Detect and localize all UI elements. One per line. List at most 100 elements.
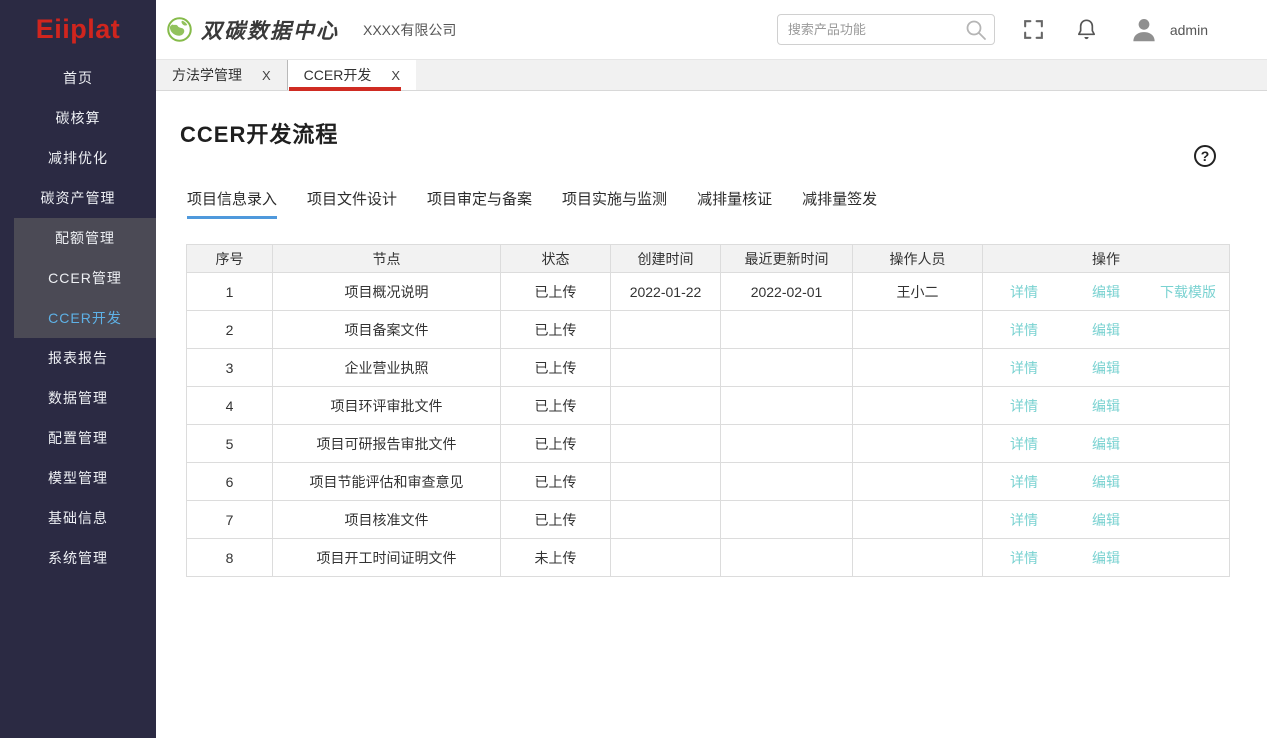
action-edit[interactable]: 编辑 [1065,510,1147,530]
action-detail[interactable]: 详情 [983,510,1065,530]
action-edit[interactable]: 编辑 [1065,396,1147,416]
sidebar-item-2[interactable]: 减排优化 [0,138,156,178]
cell-operator [853,311,983,349]
username-label: admin [1170,22,1208,38]
cell-operator: 王小二 [853,273,983,311]
table-row: 8项目开工时间证明文件未上传详情编辑 [187,539,1230,577]
help-icon[interactable]: ? [1194,145,1216,167]
sidebar-item-1[interactable]: 碳核算 [0,98,156,138]
column-header: 序号 [187,245,273,273]
cell-node: 企业营业执照 [273,349,501,387]
cell-node: 项目核准文件 [273,501,501,539]
column-header: 节点 [273,245,501,273]
cell-index: 6 [187,463,273,501]
cell-status: 已上传 [501,463,611,501]
column-header: 操作 [983,245,1230,273]
tab-close-icon[interactable]: X [262,68,271,83]
sidebar: Eiiplat 首页碳核算减排优化碳资产管理配额管理CCER管理CCER开发报表… [0,0,156,738]
action-detail[interactable]: 详情 [983,434,1065,454]
action-detail[interactable]: 详情 [983,282,1065,302]
subtab-1[interactable]: 项目文件设计 [307,188,397,219]
action-edit[interactable]: 编辑 [1065,434,1147,454]
cell-actions: 详情编辑 [983,387,1230,425]
action-edit[interactable]: 编辑 [1065,320,1147,340]
search-box [777,14,995,45]
main-area: 双碳数据中心 XXXX有限公司 admin [156,0,1267,738]
sidebar-item-11[interactable]: 基础信息 [0,498,156,538]
sidebar-item-3[interactable]: 碳资产管理 [0,178,156,218]
action-edit[interactable]: 编辑 [1065,548,1147,568]
window-tab-label: 方法学管理 [172,65,242,85]
cell-status: 已上传 [501,311,611,349]
search-icon[interactable] [964,18,988,42]
action-detail[interactable]: 详情 [983,358,1065,378]
cell-status: 未上传 [501,539,611,577]
action-edit[interactable]: 编辑 [1065,282,1147,302]
cell-updated [721,311,853,349]
fullscreen-icon[interactable] [1021,17,1046,42]
cell-actions: 详情编辑 [983,501,1230,539]
subtab-4[interactable]: 减排量核证 [697,188,772,219]
brand-logo: Eiiplat [0,0,156,58]
table-row: 2项目备案文件已上传详情编辑 [187,311,1230,349]
cell-index: 1 [187,273,273,311]
action-detail[interactable]: 详情 [983,396,1065,416]
cell-node: 项目环评审批文件 [273,387,501,425]
subtab-5[interactable]: 减排量签发 [802,188,877,219]
column-header: 最近更新时间 [721,245,853,273]
action-edit[interactable]: 编辑 [1065,472,1147,492]
cell-updated [721,387,853,425]
window-tab-bar: 方法学管理 X CCER开发 X [156,60,1267,91]
active-tab-underline [289,87,401,91]
cell-operator [853,387,983,425]
sidebar-item-4[interactable]: 配额管理 [14,218,156,258]
cell-status: 已上传 [501,387,611,425]
cell-updated [721,501,853,539]
action-edit[interactable]: 编辑 [1065,358,1147,378]
cell-index: 8 [187,539,273,577]
sidebar-item-7[interactable]: 报表报告 [0,338,156,378]
process-table: 序号节点状态创建时间最近更新时间操作人员操作 1项目概况说明已上传2022-01… [186,244,1230,577]
cell-created [611,387,721,425]
table-row: 5项目可研报告审批文件已上传详情编辑 [187,425,1230,463]
column-header: 创建时间 [611,245,721,273]
cell-index: 7 [187,501,273,539]
action-detail[interactable]: 详情 [983,472,1065,492]
cell-actions: 详情编辑 [983,539,1230,577]
sidebar-item-5[interactable]: CCER管理 [14,258,156,298]
window-tab-0[interactable]: 方法学管理 X [156,60,287,90]
avatar[interactable] [1129,15,1159,45]
action-detail[interactable]: 详情 [983,548,1065,568]
cell-updated [721,349,853,387]
bell-icon[interactable] [1074,17,1099,42]
subtab-0[interactable]: 项目信息录入 [187,188,277,219]
sidebar-nav: 首页碳核算减排优化碳资产管理配额管理CCER管理CCER开发报表报告数据管理配置… [0,58,156,578]
cell-index: 5 [187,425,273,463]
cell-actions: 详情编辑 [983,425,1230,463]
table-row: 3企业营业执照已上传 详情编辑 [187,349,1230,387]
sidebar-item-6[interactable]: CCER开发 [14,298,156,338]
cell-actions: 详情编辑 [983,349,1230,387]
cell-status: 已上传 [501,349,611,387]
table-header-row: 序号节点状态创建时间最近更新时间操作人员操作 [187,245,1230,273]
tab-close-icon[interactable]: X [391,68,400,83]
page-title: CCER开发流程 [180,117,1267,149]
table-row: 7项目核准文件已上传详情编辑 [187,501,1230,539]
cell-node: 项目可研报告审批文件 [273,425,501,463]
sidebar-item-10[interactable]: 模型管理 [0,458,156,498]
search-input[interactable] [778,15,994,44]
sidebar-item-0[interactable]: 首页 [0,58,156,98]
subtab-3[interactable]: 项目实施与监测 [562,188,667,219]
cell-index: 3 [187,349,273,387]
cell-node: 项目备案文件 [273,311,501,349]
action-detail[interactable]: 详情 [983,320,1065,340]
window-tab-label: CCER开发 [304,65,372,85]
cell-created [611,501,721,539]
sidebar-item-9[interactable]: 配置管理 [0,418,156,458]
sidebar-item-8[interactable]: 数据管理 [0,378,156,418]
cell-actions: 详情编辑 [983,463,1230,501]
window-tab-1[interactable]: CCER开发 X [287,60,416,90]
action-download-template[interactable]: 下载模版 [1147,282,1229,302]
sidebar-item-12[interactable]: 系统管理 [0,538,156,578]
subtab-2[interactable]: 项目审定与备案 [427,188,532,219]
